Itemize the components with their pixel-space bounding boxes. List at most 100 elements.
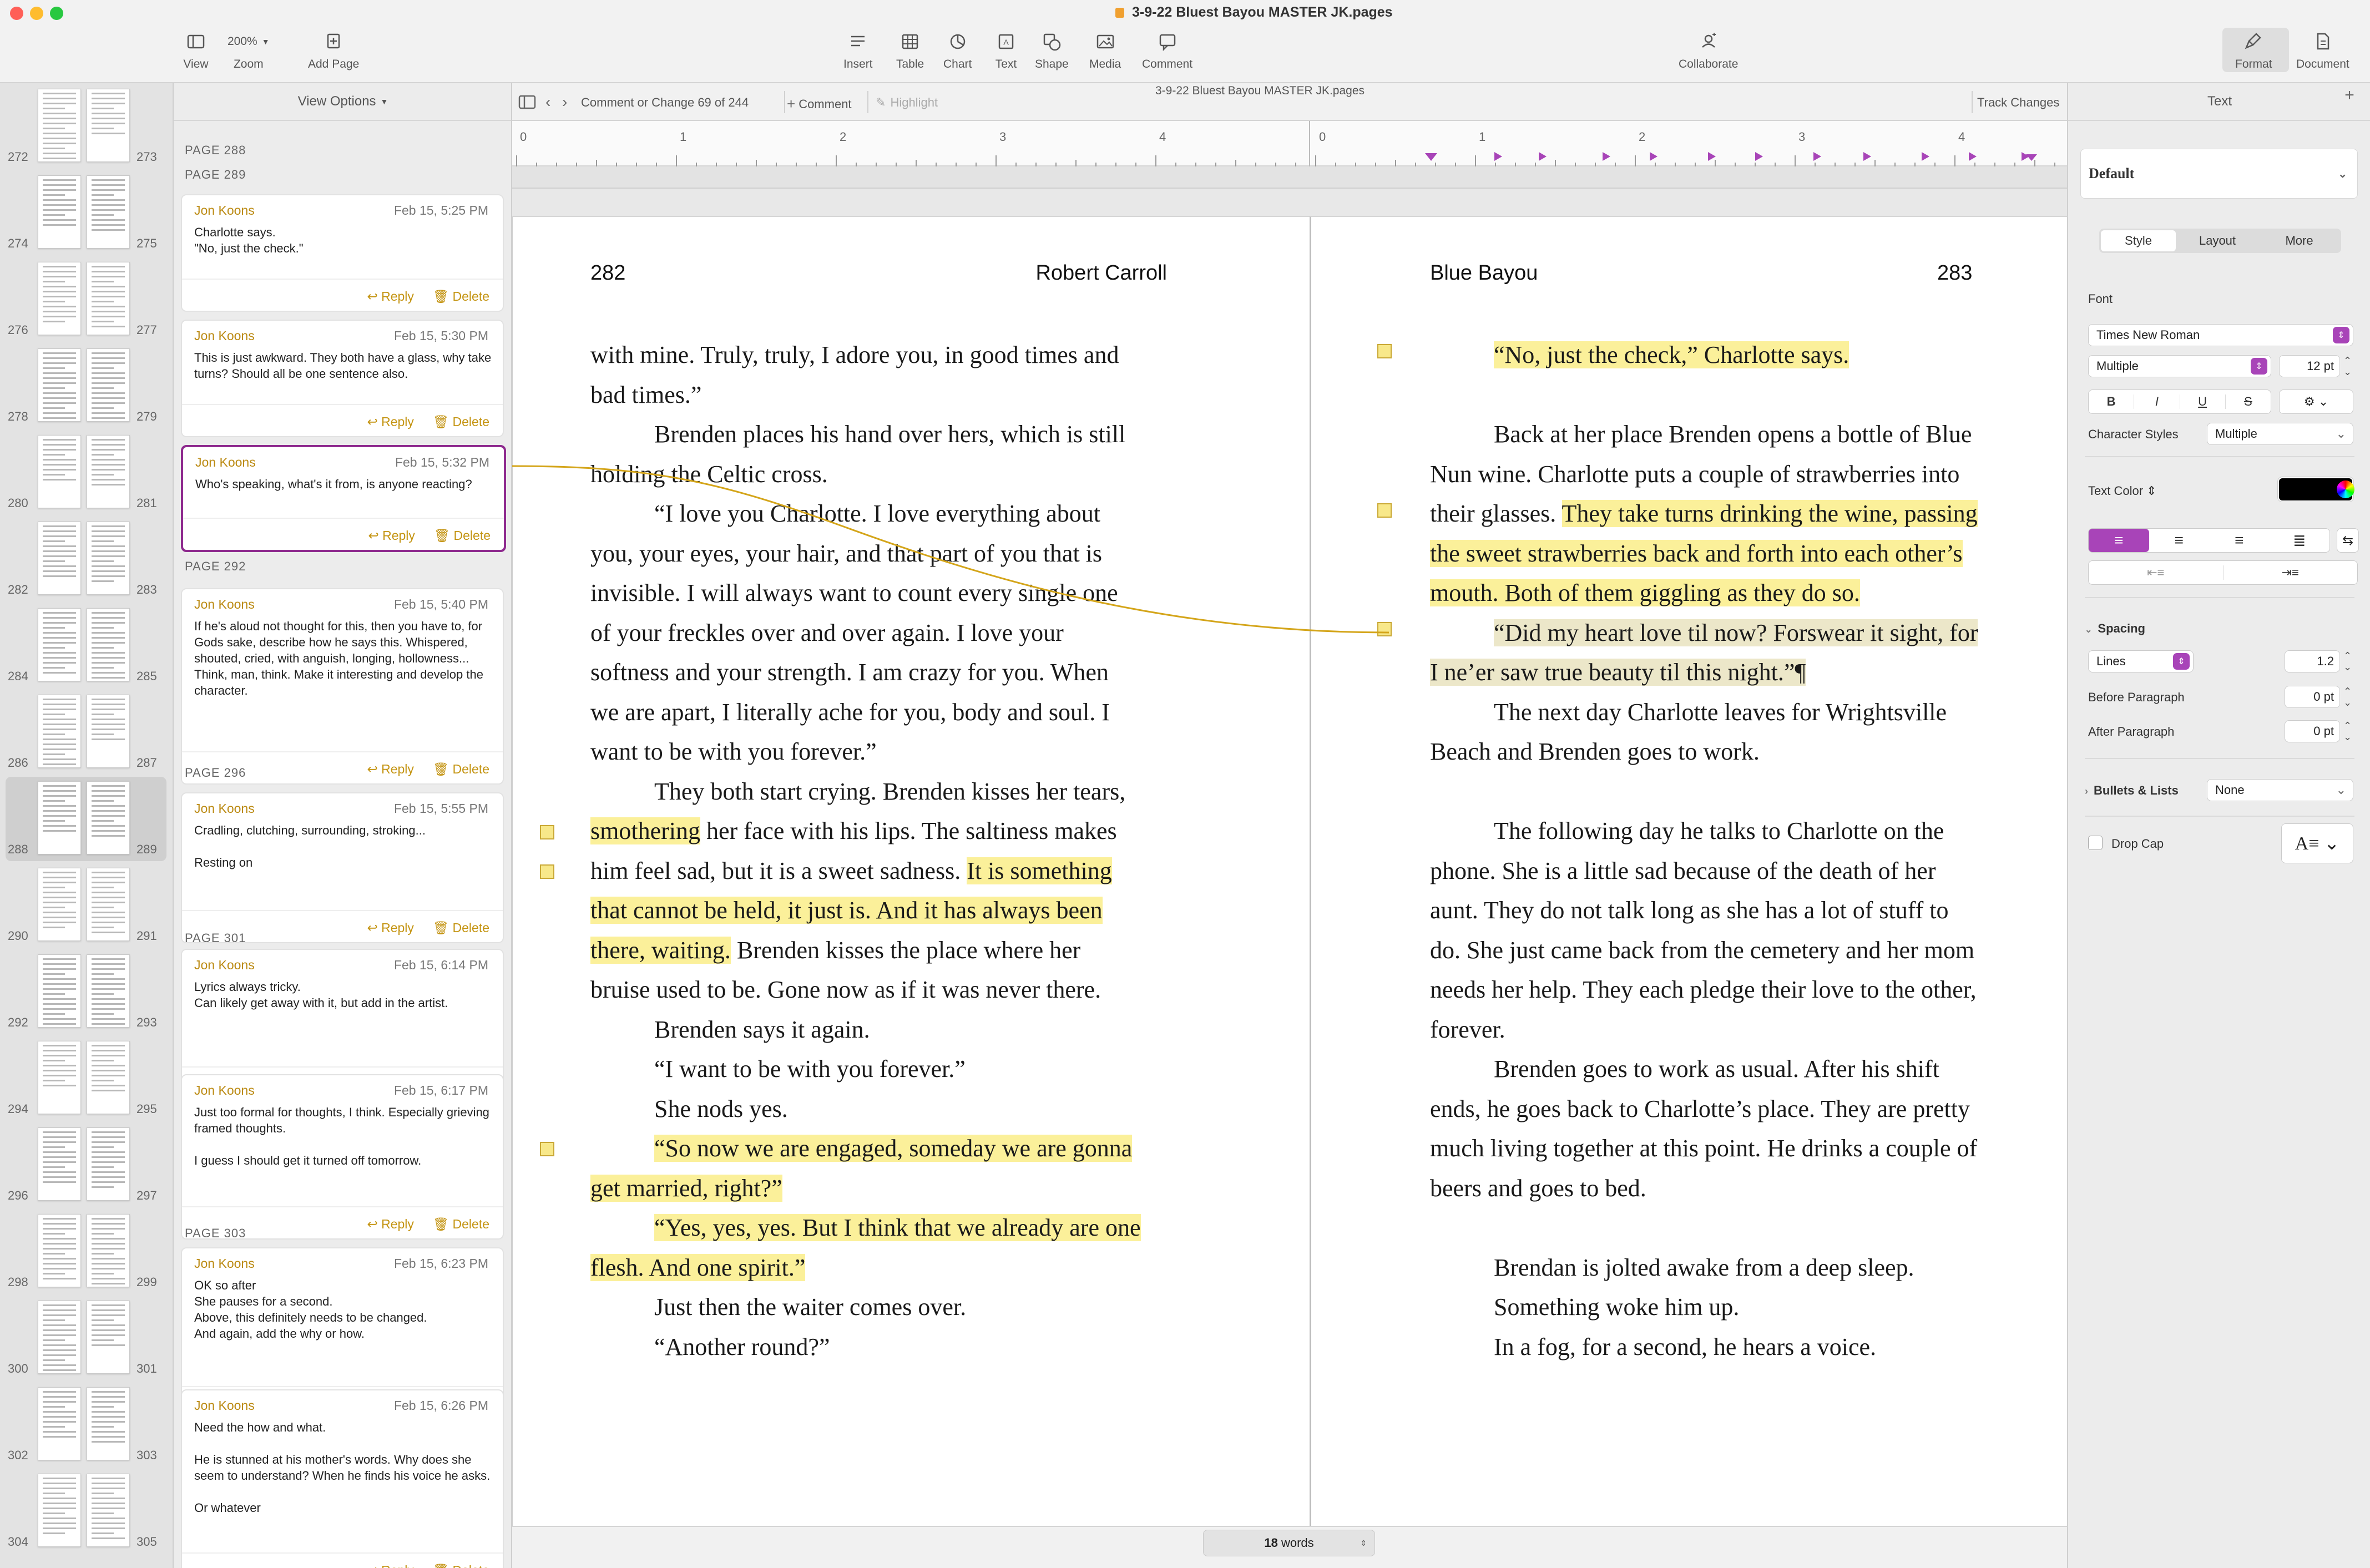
page-thumbnail[interactable] bbox=[38, 89, 81, 162]
page-thumbnail[interactable] bbox=[38, 435, 81, 508]
page-thumbnail[interactable] bbox=[87, 1301, 130, 1374]
close-window-button[interactable] bbox=[10, 7, 23, 20]
align-left-button[interactable]: ≡ bbox=[2089, 529, 2149, 552]
spacing-section-toggle[interactable]: ⌄ Spacing bbox=[2085, 621, 2145, 636]
page-thumbnail[interactable] bbox=[38, 262, 81, 335]
delete-button[interactable]: 🗑 Delete bbox=[433, 920, 489, 935]
page-thumbnail[interactable] bbox=[87, 1127, 130, 1201]
italic-button[interactable]: I bbox=[2134, 394, 2179, 409]
drop-cap-checkbox[interactable] bbox=[2088, 836, 2103, 850]
before-paragraph-stepper[interactable]: ⌃ ⌄ bbox=[2343, 686, 2352, 708]
line-spacing-stepper[interactable]: ⌃ ⌄ bbox=[2343, 650, 2352, 672]
add-page-button[interactable]: Add Page bbox=[308, 29, 359, 71]
delete-button[interactable]: 🗑 Delete bbox=[433, 414, 489, 429]
advanced-options-button[interactable]: ⚙ ⌄ bbox=[2279, 390, 2353, 414]
color-wheel-icon[interactable] bbox=[2337, 480, 2354, 498]
page-thumbnail[interactable] bbox=[38, 1301, 81, 1374]
comment-marker[interactable] bbox=[540, 825, 554, 839]
zoom-window-button[interactable] bbox=[50, 7, 63, 20]
shape-button[interactable]: Shape bbox=[1035, 29, 1069, 71]
reply-button[interactable]: ↩ Reply bbox=[367, 920, 413, 935]
comment-card[interactable]: Jon Koons Feb 15, 5:55 PM Cradling, clutch… bbox=[181, 792, 504, 943]
strikethrough-button[interactable]: S bbox=[2225, 394, 2271, 409]
before-paragraph-field[interactable]: 0 pt bbox=[2285, 686, 2340, 708]
format-button[interactable]: Format bbox=[2235, 29, 2272, 71]
bold-button[interactable]: B bbox=[2089, 394, 2134, 409]
paragraph-style-selector[interactable]: Default ⌄ bbox=[2080, 149, 2358, 199]
media-button[interactable]: Media bbox=[1089, 29, 1121, 71]
table-button[interactable]: Table bbox=[896, 29, 924, 71]
page-thumbnail[interactable] bbox=[38, 1387, 81, 1460]
text-direction-button[interactable]: ⇆ bbox=[2337, 528, 2359, 553]
comment-card[interactable]: Jon Koons Feb 15, 5:30 PM This is just awk… bbox=[181, 320, 504, 437]
insert-button[interactable]: Insert bbox=[843, 29, 873, 71]
comment-card[interactable]: Jon Koons Feb 15, 6:17 PM Just too formal … bbox=[181, 1074, 504, 1240]
comment-marker[interactable] bbox=[540, 864, 554, 879]
chart-button[interactable]: Chart bbox=[943, 29, 972, 71]
reply-button[interactable]: ↩ Reply bbox=[367, 1563, 413, 1568]
reply-button[interactable]: ↩ Reply bbox=[367, 289, 413, 304]
spacing-mode-select[interactable]: Lines ⇕ bbox=[2088, 650, 2194, 672]
page-thumbnail[interactable] bbox=[87, 1387, 130, 1460]
drop-cap-style-button[interactable]: A≡ ⌄ bbox=[2281, 823, 2353, 863]
page-thumbnail[interactable] bbox=[87, 608, 130, 681]
page-thumbnail[interactable] bbox=[38, 1041, 81, 1114]
page-thumbnail[interactable] bbox=[87, 868, 130, 941]
bullets-select[interactable]: None ⌄ bbox=[2207, 779, 2353, 801]
zoom-button[interactable]: 200% ▼ Zoom bbox=[228, 29, 270, 71]
page-thumbnail[interactable] bbox=[38, 781, 81, 854]
font-family-select[interactable]: Times New Roman ⇕ bbox=[2088, 324, 2353, 346]
track-changes-button[interactable]: Track Changes bbox=[1977, 95, 2059, 110]
page-thumbnail[interactable] bbox=[87, 89, 130, 162]
page-thumbnail[interactable] bbox=[38, 954, 81, 1028]
collaborate-button[interactable]: Collaborate bbox=[1679, 29, 1738, 71]
page-thumbnail[interactable] bbox=[87, 175, 130, 249]
page-thumbnail[interactable] bbox=[87, 348, 130, 422]
delete-button[interactable]: 🗑 Delete bbox=[433, 289, 489, 304]
word-count-button[interactable]: 18 words ⇕ bbox=[1203, 1530, 1375, 1556]
page-thumbnail[interactable] bbox=[38, 608, 81, 681]
document-button[interactable]: Document bbox=[2296, 29, 2349, 71]
character-styles-select[interactable]: Multiple ⌄ bbox=[2207, 423, 2353, 445]
delete-button[interactable]: 🗑 Delete bbox=[434, 528, 491, 543]
tab-more[interactable]: More bbox=[2259, 230, 2339, 251]
page-thumbnail[interactable] bbox=[38, 1127, 81, 1201]
delete-button[interactable]: 🗑 Delete bbox=[433, 1563, 489, 1568]
comment-card-selected[interactable]: Jon Koons Feb 15, 5:32 PM Who's speaking, … bbox=[181, 445, 506, 552]
line-spacing-field[interactable]: 1.2 bbox=[2285, 650, 2340, 672]
reply-button[interactable]: ↩ Reply bbox=[368, 528, 415, 543]
font-size-field[interactable]: 12 pt bbox=[2279, 355, 2340, 377]
after-paragraph-stepper[interactable]: ⌃ ⌄ bbox=[2343, 720, 2352, 742]
page-thumbnail[interactable] bbox=[87, 522, 130, 595]
page-thumbnail[interactable] bbox=[87, 781, 130, 854]
underline-button[interactable]: U bbox=[2179, 394, 2225, 409]
comment-card[interactable]: Jon Koons Feb 15, 5:25 PM Charlotte says. … bbox=[181, 194, 504, 312]
page-thumbnail[interactable] bbox=[87, 1214, 130, 1287]
page-thumbnail[interactable] bbox=[87, 695, 130, 768]
comment-marker[interactable] bbox=[540, 1142, 554, 1156]
align-center-button[interactable]: ≡ bbox=[2149, 532, 2210, 549]
font-size-stepper[interactable]: ⌃ ⌄ bbox=[2343, 355, 2352, 377]
reply-button[interactable]: ↩ Reply bbox=[367, 1217, 413, 1232]
add-button[interactable]: + bbox=[2338, 84, 2361, 107]
delete-button[interactable]: 🗑 Delete bbox=[433, 1217, 489, 1232]
comment-button[interactable]: Comment bbox=[1142, 29, 1192, 71]
page-thumbnail[interactable] bbox=[87, 1041, 130, 1114]
after-paragraph-field[interactable]: 0 pt bbox=[2285, 720, 2340, 742]
page-thumbnail[interactable] bbox=[38, 868, 81, 941]
justify-button[interactable]: ≣ bbox=[2270, 532, 2330, 550]
comment-card[interactable]: Jon Koons Feb 15, 6:26 PM Need the how and… bbox=[181, 1389, 504, 1568]
page-thumbnail[interactable] bbox=[87, 954, 130, 1028]
reply-button[interactable]: ↩ Reply bbox=[367, 762, 413, 777]
increase-indent-button[interactable]: ⇥≡ bbox=[2222, 565, 2358, 580]
page-thumbnail[interactable] bbox=[38, 1474, 81, 1547]
page-thumbnail[interactable] bbox=[87, 435, 130, 508]
tab-layout[interactable]: Layout bbox=[2176, 230, 2259, 251]
tab-style[interactable]: Style bbox=[2101, 230, 2176, 251]
page-thumbnail[interactable] bbox=[38, 175, 81, 249]
comment-card[interactable]: Jon Koons Feb 15, 5:40 PM If he's aloud no… bbox=[181, 588, 504, 785]
view-button[interactable]: View bbox=[183, 29, 209, 71]
page-thumbnail[interactable] bbox=[38, 348, 81, 422]
page-thumbnail[interactable] bbox=[87, 262, 130, 335]
page-thumbnail[interactable] bbox=[38, 695, 81, 768]
